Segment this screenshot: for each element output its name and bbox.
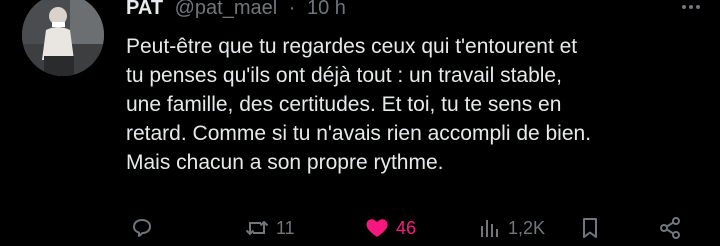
share-icon xyxy=(660,217,680,239)
tweet-text-line: une famille, des certitudes. Et toi, tu … xyxy=(126,93,562,116)
retweet-icon xyxy=(245,220,269,236)
retweet-count: 11 xyxy=(276,218,295,238)
author-handle[interactable]: @pat_mael xyxy=(175,0,278,19)
views-icon xyxy=(481,220,498,237)
reply-icon xyxy=(133,219,151,237)
tweet-text-line: retard. Comme si tu n'avais rien accompl… xyxy=(126,122,592,145)
bookmark-button[interactable] xyxy=(578,216,602,240)
reply-button[interactable] xyxy=(130,216,154,240)
views-button[interactable]: 1,2K xyxy=(478,216,545,240)
retweet-button[interactable]: 11 xyxy=(244,216,295,240)
tweet-text-line: tu penses qu'ils ont déjà tout : un trav… xyxy=(126,64,562,87)
tweet-text-line: Peut-être que tu regardes ceux qui t'ent… xyxy=(126,35,578,58)
views-count: 1,2K xyxy=(508,218,546,238)
more-button[interactable] xyxy=(680,0,702,22)
avatar[interactable] xyxy=(22,0,104,76)
tweet-header: PAT @pat_mael · 10 h xyxy=(126,0,346,22)
author-name[interactable]: PAT xyxy=(126,0,163,19)
more-icon xyxy=(682,5,700,9)
like-count: 46 xyxy=(396,218,417,238)
like-button[interactable]: 46 xyxy=(364,216,416,240)
separator-dot: · xyxy=(288,0,296,19)
heart-icon xyxy=(366,219,388,237)
tweet-actions: 11 46 1,2K xyxy=(126,216,696,246)
tweet-text-line: Mais chacun a son propre rythme. xyxy=(126,151,444,174)
tweet-time[interactable]: 10 h xyxy=(307,0,346,19)
share-button[interactable] xyxy=(658,216,682,240)
tweet-text: Peut-être que tu regardes ceux qui t'ent… xyxy=(126,32,706,177)
bookmark-icon xyxy=(583,218,597,238)
